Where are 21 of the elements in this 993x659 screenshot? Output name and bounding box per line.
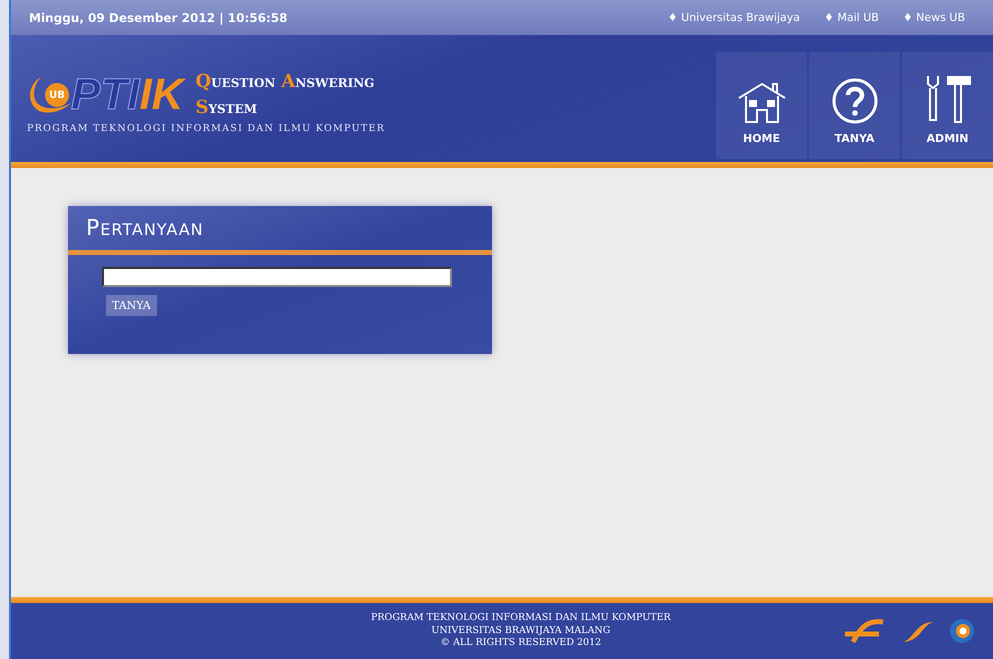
footer-text: UNIVERSITAS BRAWIJAYA MALANG	[431, 624, 610, 638]
site-subtitle: PROGRAM TEKNOLOGI INFORMASI DAN ILMU KOMPUTER	[27, 123, 386, 134]
footer-text: © ALL RIGHTS RESERVED 2012	[440, 637, 602, 650]
logo-text: PTIIK	[71, 73, 184, 118]
help-icon	[832, 78, 878, 124]
top-link[interactable]: ♦ Mail UB	[824, 11, 879, 24]
top-link[interactable]: ♦ News UB	[902, 11, 965, 24]
question-input[interactable]	[102, 267, 452, 287]
site-title: QUESTION ANSWERING SYSTEM	[195, 70, 376, 120]
date-time: Minggu, 09 Desember 2012 | 10:56:58	[29, 10, 288, 24]
logo-badge: UB	[45, 83, 69, 108]
nav-button[interactable]: HOME	[716, 52, 807, 159]
nav-button[interactable]: ADMIN	[902, 52, 993, 159]
ask-button[interactable]: TANYA	[106, 295, 157, 316]
house-icon	[736, 80, 786, 124]
partner-logo-icon	[843, 618, 885, 644]
circle-logo-icon	[949, 618, 975, 644]
footer-text: PROGRAM TEKNOLOGI INFORMASI DAN ILMU KOMPUTER	[371, 612, 671, 625]
nav-button[interactable]: TANYA	[809, 52, 900, 159]
panel-title: PERTANYAAN	[86, 216, 204, 240]
top-link[interactable]: ♦ Universitas Brawijaya	[668, 11, 800, 24]
